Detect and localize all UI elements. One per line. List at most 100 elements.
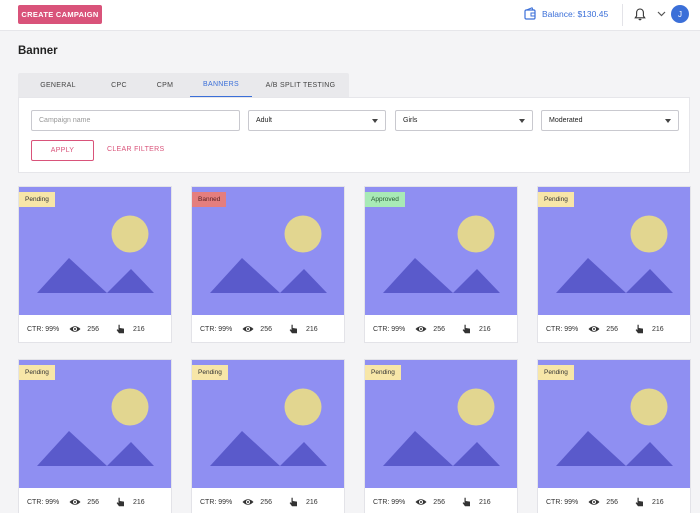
clear-filters-link[interactable]: CLEAR FILTERS [107,146,164,153]
ctr-value: CTR: 99% [27,325,60,333]
avatar[interactable]: J [671,5,689,23]
ctr-value: CTR: 99% [373,325,406,333]
pointer-hand-icon [289,497,297,507]
banner-stats: CTR: 99% 256 216 [546,497,664,507]
views-count: 256 [87,325,99,333]
clicks-count: 216 [132,498,145,506]
filters-panel: Campaign name Adult Girls Moderated APPL… [18,97,690,173]
tab-ab-split-testing[interactable]: A/B SPLIT TESTING [252,73,349,97]
caret-down-icon [665,119,671,123]
status-select-value: Moderated [549,117,583,124]
bell-icon[interactable] [634,8,646,21]
eye-icon [588,326,600,332]
status-badge: Banned [192,192,227,207]
banner-card[interactable]: Pending CTR: 99% 256 216 [18,186,172,343]
ctr-value: CTR: 99% [200,498,233,506]
banner-stats: CTR: 99% 256 216 [27,324,145,334]
banner-image[interactable]: Pending [538,360,690,488]
banner-stats: CTR: 99% 256 216 [546,324,664,334]
clicks-count: 216 [478,498,491,506]
pointer-hand-icon [289,324,297,334]
audience-select[interactable]: Girls [395,110,533,131]
campaign-name-input[interactable]: Campaign name [31,110,240,131]
tab-cpm[interactable]: CPM [140,73,190,97]
pointer-hand-icon [116,324,124,334]
apply-button[interactable]: APPLY [31,140,94,161]
eye-icon [69,326,81,332]
caret-down-icon [519,119,525,123]
eye-icon [588,499,600,505]
category-select[interactable]: Adult [248,110,386,131]
clicks-count: 216 [478,325,491,333]
status-badge: Pending [192,365,228,380]
status-badge: Approved [365,192,405,207]
banner-image[interactable]: Pending [192,360,344,488]
ctr-value: CTR: 99% [546,325,579,333]
banner-image[interactable]: Pending [19,187,171,315]
category-select-value: Adult [256,117,272,124]
status-badge: Pending [19,192,55,207]
views-count: 256 [260,498,272,506]
banner-card[interactable]: Pending CTR: 99% 256 216 [537,359,691,513]
pointer-hand-icon [116,497,124,507]
banner-card[interactable]: Pending CTR: 99% 256 216 [537,186,691,343]
banner-image[interactable]: Pending [19,360,171,488]
eye-icon [69,499,81,505]
clicks-count: 216 [305,325,318,333]
top-bar: CREATE CAMPAIGN Balance: $130.45 J [0,0,700,31]
balance-label: Balance: $130.45 [542,8,609,19]
status-select[interactable]: Moderated [541,110,679,131]
eye-icon [242,499,254,505]
banner-card[interactable]: Pending CTR: 99% 256 216 [364,359,518,513]
banner-image[interactable]: Banned [192,187,344,315]
clicks-count: 216 [305,498,318,506]
ctr-value: CTR: 99% [200,325,233,333]
views-count: 256 [433,498,445,506]
clicks-count: 216 [651,498,664,506]
campaign-name-placeholder: Campaign name [39,117,91,124]
eye-icon [415,499,427,505]
tab-bar: GENERAL CPC CPM BANNERS A/B SPLIT TESTIN… [18,73,349,97]
chevron-down-icon[interactable] [657,10,666,18]
tab-cpc[interactable]: CPC [98,73,140,97]
banner-card[interactable]: Approved CTR: 99% 256 216 [364,186,518,343]
views-count: 256 [433,325,445,333]
tab-general[interactable]: GENERAL [18,73,98,97]
banner-image[interactable]: Approved [365,187,517,315]
pointer-hand-icon [635,324,643,334]
views-count: 256 [87,498,99,506]
header-divider [622,4,623,26]
wallet-icon [524,7,536,20]
ctr-value: CTR: 99% [546,498,579,506]
banner-stats: CTR: 99% 256 216 [200,324,318,334]
ctr-value: CTR: 99% [27,498,60,506]
banner-card[interactable]: Pending CTR: 99% 256 216 [18,359,172,513]
create-campaign-button[interactable]: CREATE CAMPAIGN [18,5,102,24]
eye-icon [242,326,254,332]
views-count: 256 [606,325,618,333]
banner-stats: CTR: 99% 256 216 [27,497,145,507]
pointer-hand-icon [635,497,643,507]
views-count: 256 [260,325,272,333]
page-title: Banner [18,45,58,57]
banner-image[interactable]: Pending [365,360,517,488]
banner-stats: CTR: 99% 256 216 [373,324,491,334]
banner-card[interactable]: Pending CTR: 99% 256 216 [191,359,345,513]
clicks-count: 216 [651,325,664,333]
banner-stats: CTR: 99% 256 216 [373,497,491,507]
eye-icon [415,326,427,332]
balance-display[interactable]: Balance: $130.45 [524,7,608,20]
tab-banners[interactable]: BANNERS [190,73,252,97]
banner-stats: CTR: 99% 256 216 [200,497,318,507]
ctr-value: CTR: 99% [373,498,406,506]
audience-select-value: Girls [403,117,418,124]
banner-card[interactable]: Banned CTR: 99% 256 216 [191,186,345,343]
banner-image[interactable]: Pending [538,187,690,315]
status-badge: Pending [538,365,574,380]
caret-down-icon [372,119,378,123]
status-badge: Pending [365,365,401,380]
status-badge: Pending [19,365,55,380]
views-count: 256 [606,498,618,506]
status-badge: Pending [538,192,574,207]
pointer-hand-icon [462,324,470,334]
